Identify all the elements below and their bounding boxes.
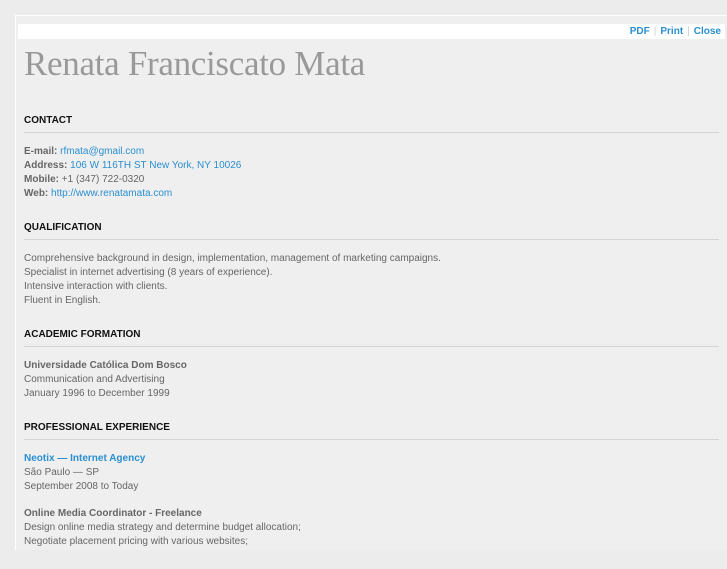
toolbar: PDF | Print | Close xyxy=(18,24,725,39)
mobile-value: +1 (347) 722-0320 xyxy=(61,174,145,185)
address-label: Address: xyxy=(24,160,68,171)
job-role: Online Media Coordinator - Freelance xyxy=(24,508,202,519)
section-heading: CONTACT xyxy=(24,114,719,133)
job-period: September 2008 to Today xyxy=(24,481,139,492)
company-location: São Paulo — SP xyxy=(24,467,100,478)
job-duty: Design online media strategy and determi… xyxy=(24,522,301,533)
web-link[interactable]: http://www.renatamata.com xyxy=(51,188,172,199)
web-label: Web: xyxy=(24,188,49,199)
section-heading: ACADEMIC FORMATION xyxy=(24,328,719,347)
print-link[interactable]: Print xyxy=(660,26,683,37)
school-name: Universidade Católica Dom Bosco xyxy=(24,360,187,371)
separator: | xyxy=(653,26,657,37)
section-heading: PROFESSIONAL EXPERIENCE xyxy=(24,421,719,440)
course-name: Communication and Advertising xyxy=(24,374,165,385)
pdf-link[interactable]: PDF xyxy=(630,26,650,37)
job-duty: Negotiate placement pricing with various… xyxy=(24,536,248,547)
qualification-line: Fluent in English. xyxy=(24,295,101,306)
close-link[interactable]: Close xyxy=(694,26,721,37)
page-title: Renata Franciscato Mata xyxy=(24,44,366,83)
academic-period: January 1996 to December 1999 xyxy=(24,388,170,399)
experience-section: PROFESSIONAL EXPERIENCE Neotix — Interne… xyxy=(24,421,719,549)
email-link[interactable]: rfmata@gmail.com xyxy=(60,146,144,157)
resume-panel: PDF | Print | Close Renata Franciscato Mata … xyxy=(15,15,727,550)
contact-section: CONTACT E-mail: rfmata@gmail.com Address… xyxy=(24,114,719,201)
separator: | xyxy=(687,26,690,37)
qualification-line: Specialist in internet advertising (8 ye… xyxy=(24,267,273,278)
qualification-line: Intensive interaction with clients. xyxy=(24,281,168,292)
section-heading: QUALIFICATION xyxy=(24,221,719,240)
qualification-section: QUALIFICATION Comprehensive background i… xyxy=(24,221,719,308)
qualification-line: Comprehensive background in design, impl… xyxy=(24,253,441,264)
email-label: E-mail: xyxy=(24,146,58,157)
company-link[interactable]: Neotix — Internet Agency xyxy=(24,453,145,464)
academic-section: ACADEMIC FORMATION Universidade Católica… xyxy=(24,328,719,401)
address-link[interactable]: 106 W 116TH ST New York, NY 10026 xyxy=(70,160,241,171)
mobile-label: Mobile: xyxy=(24,174,59,185)
